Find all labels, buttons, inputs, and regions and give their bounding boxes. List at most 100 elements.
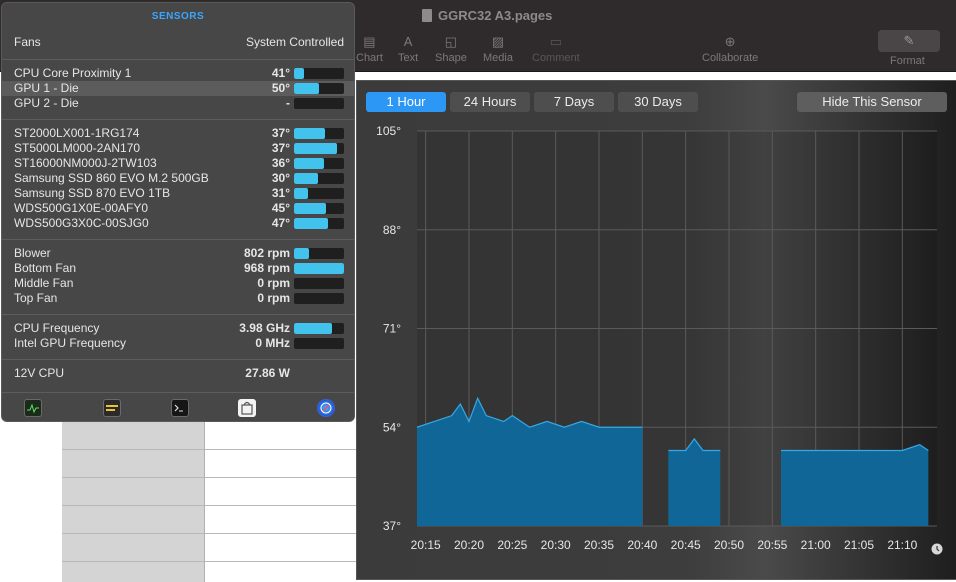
- table-cell[interactable]: [205, 422, 362, 449]
- toolbar-collaborate-button[interactable]: ⊕ Collaborate: [702, 34, 758, 64]
- toolbar-chart-button[interactable]: ▤ Chart: [356, 34, 383, 64]
- sensor-level-bar: [294, 158, 344, 169]
- sensor-value: -: [286, 96, 290, 110]
- toolbar-shape-button[interactable]: ◱ Shape: [435, 34, 467, 64]
- sensor-value: 37°: [271, 126, 290, 140]
- hide-sensor-button[interactable]: Hide This Sensor: [797, 92, 947, 112]
- temperature-chart: 105° 88° 71° 54° 37° 20:15 20:20 20:25 20:30 20:3…: [376, 124, 943, 555]
- sensor-row[interactable]: Intel GPU Frequency 0 MHz: [2, 336, 354, 351]
- sensor-name: ST2000LX001-1RG174: [14, 126, 140, 140]
- sensor-row[interactable]: CPU Frequency 3.98 GHz: [2, 321, 354, 336]
- sensor-name: Samsung SSD 860 EVO M.2 500GB: [14, 171, 209, 185]
- table-cell[interactable]: [205, 562, 362, 582]
- sensor-name: 12V CPU: [14, 366, 65, 380]
- x-tick-label: 20:15: [411, 538, 441, 552]
- x-tick-label: 20:50: [714, 538, 744, 552]
- sensor-name: Samsung SSD 870 EVO 1TB: [14, 186, 171, 200]
- table-row: [62, 534, 362, 562]
- table-cell[interactable]: [205, 534, 362, 561]
- sensor-row[interactable]: CPU Core Proximity 1 41°: [2, 66, 354, 81]
- sensor-value: 45°: [271, 201, 290, 215]
- table-cell[interactable]: [62, 534, 205, 561]
- sensor-value: 802 rpm: [243, 246, 290, 260]
- sensor-row[interactable]: 12V CPU 27.86 W: [2, 366, 354, 381]
- sensor-value: 3.98 GHz: [239, 321, 290, 335]
- tab-7-days[interactable]: 7 Days: [534, 92, 614, 112]
- toolbar-label: Chart: [356, 52, 383, 64]
- table-cell[interactable]: [62, 506, 205, 533]
- app-store-icon[interactable]: [238, 399, 256, 417]
- sensor-row[interactable]: GPU 2 - Die -: [2, 96, 354, 111]
- series-area: [781, 444, 929, 526]
- x-tick-label: 21:00: [801, 538, 831, 552]
- table-cell[interactable]: [205, 450, 362, 477]
- sensor-row[interactable]: WDS500G3X0C-00SJG0 47°: [2, 216, 354, 231]
- tab-30-days[interactable]: 30 Days: [618, 92, 698, 112]
- sensor-row[interactable]: Top Fan 0 rpm: [2, 291, 354, 306]
- sensor-level-bar: [294, 293, 344, 304]
- sensor-row[interactable]: WDS500G1X0E-00AFY0 45°: [2, 201, 354, 216]
- console-icon[interactable]: [103, 399, 121, 417]
- sensor-row[interactable]: Bottom Fan 968 rpm: [2, 261, 354, 276]
- document-table: [62, 422, 362, 582]
- paintbrush-icon: ✎: [903, 33, 915, 48]
- table-cell[interactable]: [62, 478, 205, 505]
- toolbar-comment-button[interactable]: ▭ Comment: [532, 34, 580, 64]
- activity-monitor-icon[interactable]: [24, 399, 42, 417]
- sensor-level-fill: [294, 248, 309, 259]
- y-tick-label: 37°: [383, 519, 401, 533]
- fans-label: Fans: [14, 35, 41, 49]
- chart-icon: ▤: [363, 34, 376, 49]
- safari-icon[interactable]: [317, 399, 335, 417]
- sensor-value: 30°: [271, 171, 290, 185]
- sensor-name: WDS500G1X0E-00AFY0: [14, 201, 149, 215]
- sensor-row[interactable]: ST5000LM000-2AN170 37°: [2, 141, 354, 156]
- divider: [2, 392, 354, 393]
- terminal-icon[interactable]: [171, 399, 189, 417]
- y-tick-label: 88°: [383, 223, 401, 237]
- toolbar-label: Text: [398, 52, 419, 64]
- sensor-row[interactable]: ST2000LX001-1RG174 37°: [2, 126, 354, 141]
- sensor-value: 0 MHz: [255, 336, 290, 350]
- sensor-level-bar: [294, 98, 344, 109]
- sensor-row[interactable]: Samsung SSD 860 EVO M.2 500GB 30°: [2, 171, 354, 186]
- format-button[interactable]: ✎: [878, 30, 940, 52]
- divider: [2, 119, 354, 120]
- table-cell[interactable]: [62, 562, 205, 582]
- sensor-row[interactable]: ST16000NM000J-2TW103 36°: [2, 156, 354, 171]
- sensor-row[interactable]: Samsung SSD 870 EVO 1TB 31°: [2, 186, 354, 201]
- x-tick-label: 20:45: [671, 538, 701, 552]
- media-icon: ▨: [491, 34, 505, 49]
- toolbar-text-button[interactable]: A Text: [398, 34, 418, 64]
- sensor-name: WDS500G3X0C-00SJG0: [14, 216, 149, 230]
- sensor-level-fill: [294, 203, 326, 214]
- table-cell[interactable]: [62, 422, 205, 449]
- table-cell[interactable]: [205, 506, 362, 533]
- fans-mode-selector[interactable]: System Controlled: [246, 35, 344, 49]
- toolbar-media-button[interactable]: ▨ Media: [483, 34, 513, 64]
- format-label: Format: [890, 55, 925, 67]
- sensor-row[interactable]: Blower 802 rpm: [2, 246, 354, 261]
- sensors-popover: SENSORS Fans System Controlled CPU Core …: [1, 2, 355, 422]
- sensor-name: ST16000NM000J-2TW103: [14, 156, 157, 170]
- tab-24-hours[interactable]: 24 Hours: [450, 92, 530, 112]
- sensor-level-bar: [294, 218, 344, 229]
- table-cell[interactable]: [62, 450, 205, 477]
- sensor-row[interactable]: Middle Fan 0 rpm: [2, 276, 354, 291]
- y-tick-label: 71°: [383, 322, 401, 336]
- divider: [2, 59, 354, 60]
- series-area: [668, 438, 721, 526]
- sensor-value: 37°: [271, 141, 290, 155]
- sensor-row[interactable]: GPU 1 - Die 50°: [2, 81, 354, 96]
- x-tick-label: 20:30: [541, 538, 571, 552]
- tab-1-hour[interactable]: 1 Hour: [366, 92, 446, 112]
- sensor-value: 0 rpm: [257, 276, 290, 290]
- table-row: [62, 422, 362, 450]
- x-tick-label: 20:20: [454, 538, 484, 552]
- x-tick-label: 20:25: [497, 538, 527, 552]
- sensor-level-bar: [294, 278, 344, 289]
- collaborate-icon: ⊕: [724, 34, 736, 49]
- sensor-value: 47°: [271, 216, 290, 230]
- table-cell[interactable]: [205, 478, 362, 505]
- toolbar-label: Comment: [532, 52, 580, 64]
